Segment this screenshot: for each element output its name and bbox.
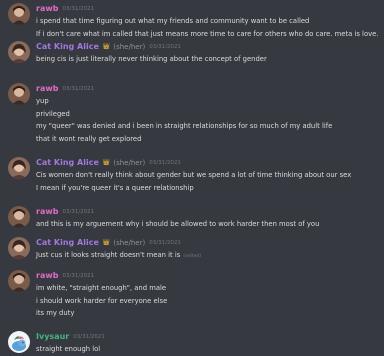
message-text: straight enough lol — [36, 345, 101, 353]
message-text: I mean if you're queer it's a queer rela… — [36, 183, 194, 192]
message-text: being cis is just literally never thinki… — [36, 55, 267, 63]
chat-log: rawb 03/31/2021 i spend that time figuri… — [0, 0, 384, 356]
message-text: i should work harder for everyone else — [36, 296, 168, 305]
message-text: yup — [36, 97, 49, 105]
avatar-alice-icon — [8, 41, 30, 63]
username[interactable]: rawb — [36, 206, 58, 218]
avatar[interactable] — [8, 237, 30, 259]
avatar[interactable] — [8, 157, 30, 179]
crown-icon: 👑 — [102, 43, 111, 50]
timestamp: 03/31/2021 — [62, 273, 95, 279]
timestamp: 03/31/2021 — [62, 6, 95, 12]
avatar[interactable] — [8, 83, 30, 105]
avatar[interactable] — [8, 270, 30, 292]
timestamp: 03/31/2021 — [149, 44, 181, 50]
message-text-content: Just cus it looks straight doesn't mean … — [36, 251, 181, 259]
message-text: and this is my arguement why i should be… — [36, 220, 320, 228]
crown-icon: 👑 — [102, 159, 111, 166]
pronouns: (she/her) — [113, 159, 146, 167]
avatar-rawb-icon — [8, 83, 30, 105]
avatar[interactable] — [8, 206, 30, 228]
message-text: privileged — [36, 109, 70, 118]
avatar[interactable] — [8, 331, 30, 353]
timestamp: 03/31/2021 — [149, 240, 181, 246]
pronouns: (she/her) — [113, 43, 146, 51]
message-text: my "queer" was denied and i been in stra… — [36, 122, 333, 131]
avatar[interactable] — [8, 3, 30, 25]
message-text: im white, "straight enough", and male — [36, 284, 167, 292]
username[interactable]: Cat King Alice — [36, 237, 99, 249]
pronouns: (she/her) — [113, 239, 146, 247]
username[interactable]: Cat King Alice — [36, 41, 99, 53]
crown-icon: 👑 — [102, 239, 111, 246]
message-text: If i don't care what im called that just… — [36, 29, 379, 38]
timestamp: 03/31/2021 — [73, 334, 105, 340]
message-text: its my duty — [36, 309, 75, 318]
avatar-rawb-icon — [8, 270, 30, 292]
message-text: i spend that time figuring out what my f… — [36, 17, 310, 25]
username[interactable]: Cat King Alice — [36, 157, 99, 169]
username[interactable]: Ivysaur — [36, 331, 69, 343]
username[interactable]: rawb — [36, 270, 58, 282]
message-text: Just cus it looks straight doesn't mean … — [36, 249, 382, 264]
avatar[interactable] — [8, 41, 30, 63]
username[interactable]: rawb — [36, 3, 58, 15]
avatar-alice-icon — [8, 157, 30, 179]
message-text: that it wont really get explored — [36, 134, 142, 143]
timestamp: 03/31/2021 — [62, 209, 95, 215]
timestamp: 03/31/2021 — [62, 86, 95, 92]
timestamp: 03/31/2021 — [149, 160, 181, 166]
avatar-alice-icon — [8, 237, 30, 259]
message-text: Cis women don't really think about gende… — [36, 171, 352, 179]
avatar-rawb-icon — [8, 206, 30, 228]
avatar-rawb-icon — [8, 3, 30, 25]
edited-label: (edited) — [183, 254, 202, 259]
avatar-ivysaur-icon — [8, 331, 30, 353]
username[interactable]: rawb — [36, 83, 58, 95]
